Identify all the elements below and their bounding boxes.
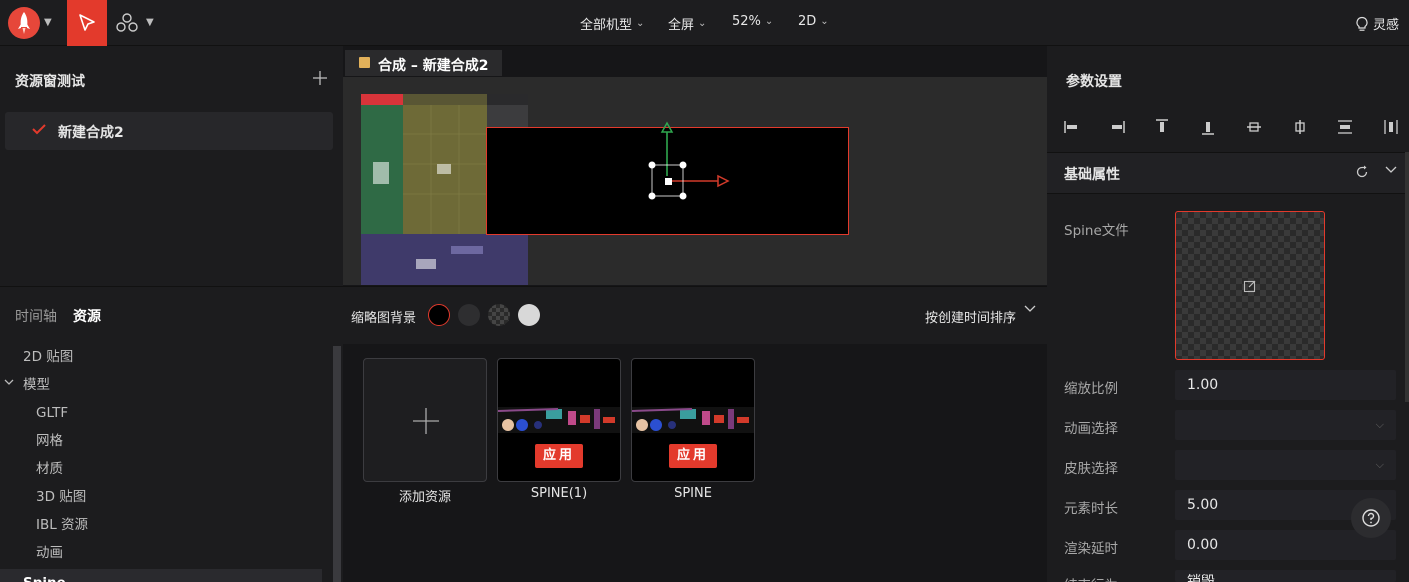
thumbnail-bg-label: 缩略图背景 (351, 311, 417, 326)
chevron-down-icon: ⌄ (764, 16, 774, 27)
tree-item-model[interactable]: 模型 (0, 371, 330, 399)
device-model-dropdown[interactable]: 全部机型 ⌄ (580, 14, 644, 33)
add-asset-card[interactable] (363, 358, 487, 482)
swatch-black[interactable] (428, 304, 450, 326)
cursor-icon (79, 14, 95, 31)
composition-name: 新建合成2 (58, 125, 124, 141)
chevron-down-icon: ⌵ (1375, 418, 1384, 431)
chevron-down-icon[interactable] (1385, 166, 1397, 174)
sort-dropdown[interactable]: 按创建时间排序 (925, 307, 1016, 326)
zoom-label: 52% (732, 14, 761, 29)
fullscreen-label: 全屏 (668, 18, 695, 33)
checkmark-icon (32, 123, 46, 135)
components-chevron-icon[interactable]: ▼ (146, 17, 154, 28)
view-mode-label: 2D (798, 14, 817, 29)
apply-button[interactable]: 应用 (535, 444, 583, 468)
transform-gizmo[interactable] (640, 116, 740, 206)
end-behavior-select[interactable]: 销毁 (1175, 570, 1396, 582)
asset-card-label: SPINE(1) (530, 486, 588, 501)
composition-tab-label: 合成 – 新建合成2 (378, 58, 489, 74)
distribute-vertical-icon[interactable] (1336, 118, 1354, 136)
render-delay-label: 渲染延时 (1064, 541, 1118, 557)
apply-button[interactable]: 应用 (669, 444, 717, 468)
chevron-down-icon: ⌄ (636, 18, 645, 29)
chevron-down-icon: ⌄ (698, 18, 707, 29)
tree-item-ibl[interactable]: IBL 资源 (0, 511, 330, 539)
spine-file-label: Spine文件 (1064, 223, 1129, 239)
skin-select-label: 皮肤选择 (1064, 461, 1118, 477)
chevron-down-icon: ⌵ (1375, 458, 1384, 471)
view-mode-dropdown[interactable]: 2D ⌄ (798, 14, 829, 29)
tree-item-2d-texture[interactable]: 2D 贴图 (0, 343, 330, 371)
basic-properties-title: 基础属性 (1064, 167, 1120, 183)
chevron-down-icon[interactable] (1024, 305, 1036, 313)
end-behavior-label: 结束行为 (1064, 574, 1118, 582)
add-composition-button[interactable] (312, 70, 328, 86)
asset-window-title: 资源窗测试 (15, 74, 85, 90)
logo-menu-chevron-icon[interactable]: ▼ (44, 17, 52, 28)
composition-color-marker (359, 57, 370, 68)
add-asset-label: 添加资源 (398, 490, 451, 505)
tab-assets[interactable]: 资源 (73, 306, 101, 326)
skin-select[interactable]: ⌵ (1175, 450, 1396, 480)
select-tool-button[interactable] (67, 0, 107, 46)
align-left-icon[interactable] (1063, 118, 1081, 136)
components-tool-button[interactable] (115, 12, 139, 34)
lightbulb-icon (1356, 16, 1368, 31)
scale-input[interactable]: 1.00 (1175, 370, 1396, 400)
inspiration-label: 灵感 (1373, 18, 1400, 33)
tree-item-material[interactable]: 材质 (0, 455, 330, 483)
tree-item-gltf[interactable]: GLTF (0, 399, 330, 427)
parameter-scrollbar[interactable] (1405, 152, 1409, 402)
scale-label: 缩放比例 (1064, 381, 1118, 397)
distribute-horizontal-icon[interactable] (1382, 118, 1400, 136)
device-model-label: 全部机型 (580, 18, 633, 33)
align-bottom-icon[interactable] (1199, 118, 1217, 136)
help-button[interactable] (1351, 498, 1391, 538)
swatch-checker[interactable] (488, 304, 510, 326)
reset-icon[interactable] (1355, 165, 1369, 179)
swatch-light-gray[interactable] (518, 304, 540, 326)
parameter-panel-title: 参数设置 (1066, 74, 1122, 90)
components-icon (116, 13, 138, 32)
fullscreen-dropdown[interactable]: 全屏 ⌄ (668, 14, 706, 33)
zoom-dropdown[interactable]: 52% ⌄ (732, 14, 773, 29)
asset-card-label: SPINE (674, 486, 712, 501)
align-horizontal-center-icon[interactable] (1291, 118, 1309, 136)
animation-select[interactable]: ⌵ (1175, 410, 1396, 440)
edit-icon[interactable] (1243, 279, 1257, 293)
rocket-icon (18, 12, 30, 34)
plus-icon (413, 408, 439, 434)
swatch-dark-gray[interactable] (458, 304, 480, 326)
tree-item-3d-texture[interactable]: 3D 贴图 (0, 483, 330, 511)
tree-scrollbar[interactable] (333, 346, 341, 582)
tree-item-spine[interactable]: Spine (0, 569, 322, 582)
tab-timeline[interactable]: 时间轴 (15, 306, 57, 326)
app-logo[interactable] (8, 7, 40, 39)
question-icon (1362, 509, 1380, 527)
composition-list-item[interactable] (5, 112, 333, 150)
plus-icon (313, 71, 327, 85)
tree-item-mesh[interactable]: 网格 (0, 427, 330, 455)
chevron-down-icon: ⌄ (820, 16, 829, 27)
tree-item-animation[interactable]: 动画 (0, 539, 330, 567)
align-vertical-center-icon[interactable] (1245, 118, 1263, 136)
inspiration-button[interactable]: 灵感 (1355, 14, 1399, 33)
align-right-icon[interactable] (1108, 118, 1126, 136)
duration-label: 元素时长 (1064, 501, 1118, 517)
align-top-icon[interactable] (1153, 118, 1171, 136)
animation-select-label: 动画选择 (1064, 421, 1118, 437)
